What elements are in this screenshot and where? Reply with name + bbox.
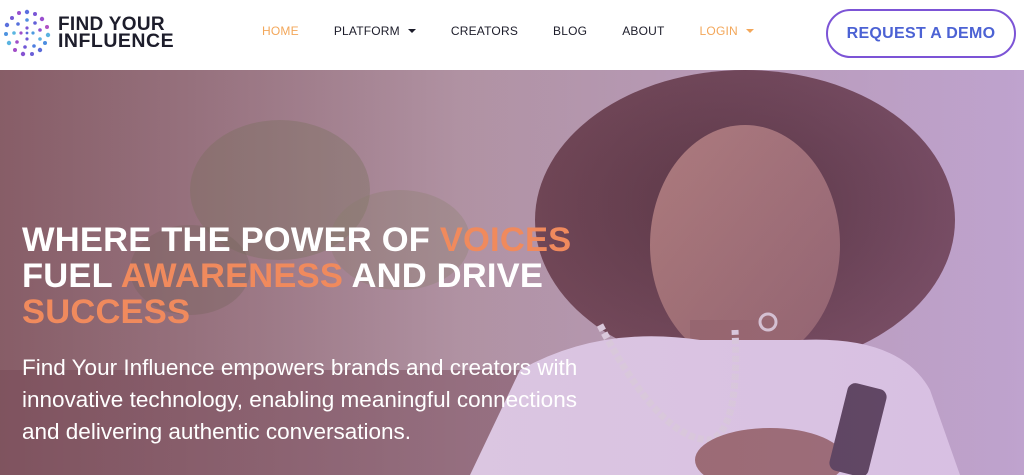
- main-nav: HOME PLATFORM CREATORS BLOG ABOUT LOGIN: [262, 24, 754, 38]
- chevron-down-icon: [745, 29, 754, 33]
- brand-wordmark: FIND YOUR INFLUENCE: [58, 15, 175, 52]
- headline-accent-success: SUCCESS: [22, 293, 191, 331]
- brand-line-2: INFLUENCE: [58, 30, 175, 52]
- headline-part-3: AND DRIVE: [343, 257, 544, 295]
- nav-about-label: ABOUT: [622, 24, 665, 38]
- request-demo-button[interactable]: REQUEST A DEMO: [826, 9, 1016, 58]
- hero-subtext: Find Your Influence empowers brands and …: [22, 355, 578, 444]
- nav-platform-label: PLATFORM: [333, 24, 400, 38]
- headline-part-1: WHERE THE POWER OF: [22, 221, 440, 259]
- headline-accent-voices: VOICES: [439, 221, 572, 259]
- nav-home-label: HOME: [262, 24, 299, 38]
- dotted-circle-logo-icon: [4, 9, 51, 57]
- nav-home[interactable]: HOME: [262, 24, 299, 38]
- nav-about[interactable]: ABOUT: [622, 24, 664, 38]
- nav-login[interactable]: LOGIN: [700, 24, 754, 38]
- nav-creators[interactable]: CREATORS: [451, 24, 518, 38]
- chevron-down-icon: [407, 29, 416, 33]
- headline-part-2: FUEL: [22, 257, 121, 295]
- nav-blog[interactable]: BLOG: [553, 24, 587, 38]
- site-header: FIND YOUR INFLUENCE HOME PLATFORM CREATO…: [0, 0, 1024, 70]
- brand-logo[interactable]: FIND YOUR INFLUENCE: [2, 8, 174, 58]
- nav-platform[interactable]: PLATFORM: [334, 24, 416, 38]
- hero-banner: WHERE THE POWER OF VOICES FUEL AWARENESS…: [0, 70, 1024, 475]
- nav-blog-label: BLOG: [553, 24, 588, 38]
- nav-login-label: LOGIN: [699, 24, 738, 38]
- headline-accent-awareness: AWARENESS: [120, 257, 344, 295]
- hero-headline: WHERE THE POWER OF VOICES FUEL AWARENESS…: [22, 222, 622, 330]
- nav-creators-label: CREATORS: [450, 24, 519, 38]
